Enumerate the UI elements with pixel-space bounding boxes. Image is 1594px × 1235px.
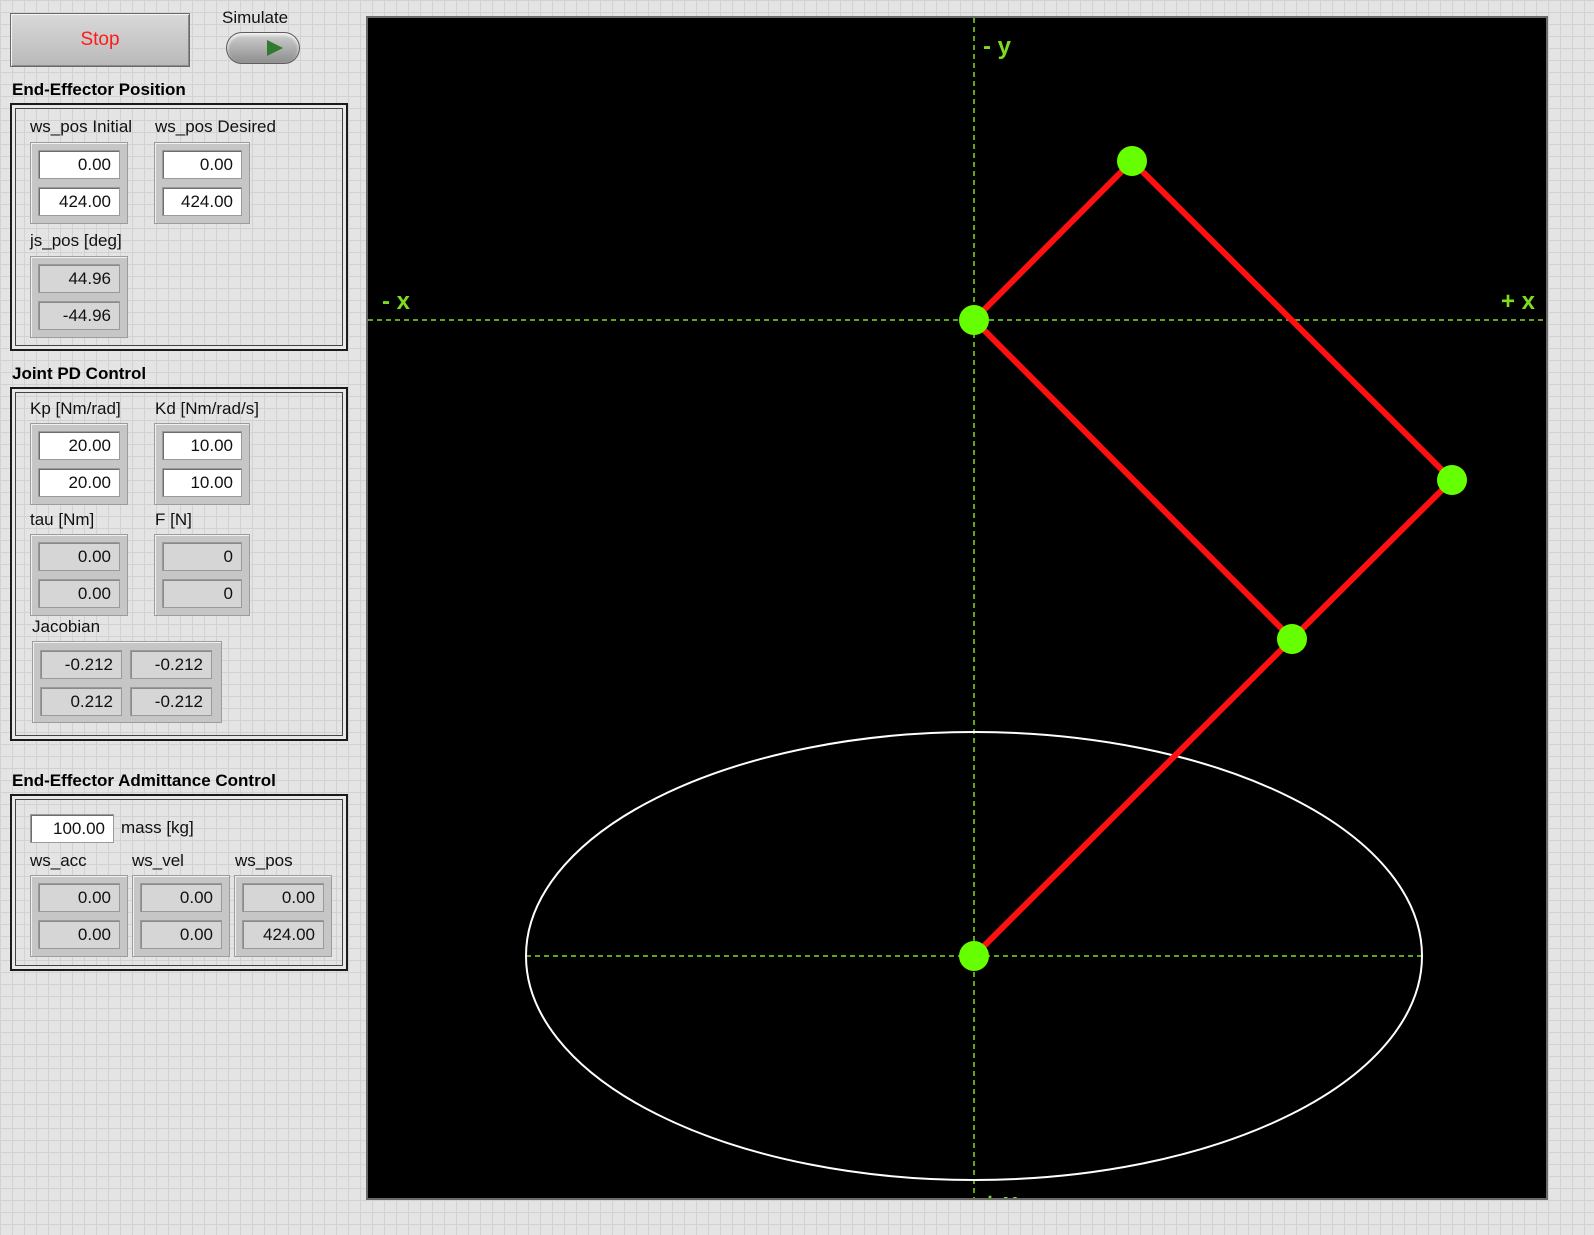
ws-vel-y-indicator: 0.00 (140, 920, 222, 949)
joint-base (959, 941, 989, 971)
js-pos-label: js_pos [deg] (30, 231, 122, 250)
ws-acc-x-indicator: 0.00 (38, 883, 120, 912)
link-elbow-a-to-end-effector (971, 158, 1135, 323)
f-label: F [N] (155, 510, 192, 529)
ws-vel-x-indicator: 0.00 (140, 883, 222, 912)
tau-label: tau [Nm] (30, 510, 95, 529)
kd-1-field[interactable]: 10.00 (162, 431, 242, 460)
link-end-effector-to-elbow-b (971, 317, 1295, 642)
kd-label: Kd [Nm/rad/s] (155, 399, 259, 418)
joint-end-effector (959, 305, 989, 335)
js-pos-q2-indicator: -44.96 (38, 301, 120, 330)
jacobian-cell-21: 0.212 (40, 687, 122, 716)
kp-2-field[interactable]: 20.00 (38, 468, 120, 497)
ws-acc-y-indicator: 0.00 (38, 920, 120, 949)
neg-y-label: - y (983, 33, 1012, 60)
f-2-indicator: 0 (162, 579, 242, 608)
jacobian-label: Jacobian (32, 617, 101, 636)
tau-1-indicator: 0.00 (38, 542, 120, 571)
ws-pos-desired-x-field[interactable]: 0.00 (162, 150, 242, 179)
neg-x-label: - x (382, 288, 411, 315)
jacobian-cell-11: -0.212 (40, 650, 122, 679)
ws-acc-label: ws_acc (30, 851, 87, 870)
end-effector-position-title: End-Effector Position (12, 80, 186, 99)
ws-pos-y-indicator: 424.00 (242, 920, 324, 949)
kp-label: Kp [Nm/rad] (30, 399, 121, 418)
admittance-control-title: End-Effector Admittance Control (12, 771, 276, 790)
ws-vel-label: ws_vel (132, 851, 184, 870)
link-elbow-b-to-elbow-c (1289, 477, 1455, 642)
tau-2-indicator: 0.00 (38, 579, 120, 608)
pos-y-label: + y (983, 1189, 1018, 1198)
mass-field[interactable]: 100.00 (30, 814, 114, 843)
pos-x-label: + x (1501, 288, 1536, 315)
kp-1-field[interactable]: 20.00 (38, 431, 120, 460)
play-icon (267, 40, 283, 56)
joint-top (1117, 146, 1147, 176)
simulate-label: Simulate (222, 8, 289, 27)
js-pos-q1-indicator: 44.96 (38, 264, 120, 293)
link-base-to-elbow-b (971, 636, 1295, 959)
f-1-indicator: 0 (162, 542, 242, 571)
jacobian-cell-12: -0.212 (130, 650, 212, 679)
robot-plot-canvas: - y + y - x + x (368, 18, 1546, 1198)
ws-pos-initial-y-field[interactable]: 424.00 (38, 187, 120, 216)
robot-plot[interactable]: - y + y - x + x (366, 16, 1548, 1200)
simulate-toggle[interactable] (226, 32, 300, 64)
joint-pd-control-title: Joint PD Control (12, 364, 147, 383)
joint-middle (1277, 624, 1307, 654)
ws-pos-x-indicator: 0.00 (242, 883, 324, 912)
ws-pos-initial-x-field[interactable]: 0.00 (38, 150, 120, 179)
stop-button[interactable]: Stop (10, 13, 190, 67)
jacobian-cell-22: -0.212 (130, 687, 212, 716)
ws-pos-label: ws_pos (235, 851, 293, 870)
joint-right (1437, 465, 1467, 495)
ws-pos-desired-label: ws_pos Desired (155, 117, 276, 136)
ws-pos-desired-y-field[interactable]: 424.00 (162, 187, 242, 216)
kd-2-field[interactable]: 10.00 (162, 468, 242, 497)
mass-label: mass [kg] (121, 818, 194, 837)
ws-pos-initial-label: ws_pos Initial (30, 117, 133, 136)
